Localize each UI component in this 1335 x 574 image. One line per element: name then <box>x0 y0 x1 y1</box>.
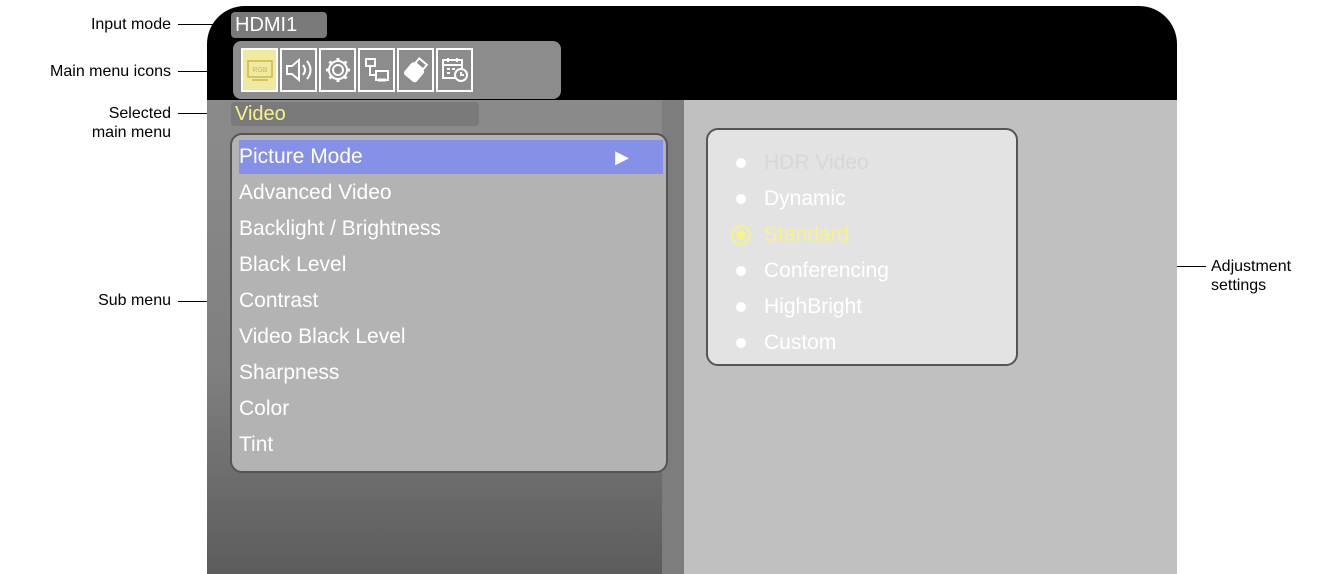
gear-setup-icon[interactable] <box>319 48 356 92</box>
annotation-selected-line1: Selected <box>108 105 171 122</box>
sub-menu-item-label: Picture Mode <box>239 145 363 168</box>
option-bullet-icon <box>736 266 746 276</box>
option-bullet-icon <box>736 302 746 312</box>
option-label: Dynamic <box>764 187 846 210</box>
annotation-input-mode: Input mode <box>90 16 171 33</box>
annotation-adjustment-settings: Adjustment settings <box>1211 257 1331 295</box>
option-custom[interactable]: Custom <box>734 325 1004 361</box>
sub-menu-item-color[interactable]: Color <box>239 392 663 426</box>
sub-menu-item-label: Black Level <box>239 253 347 276</box>
option-label: HDR Video <box>764 151 869 174</box>
option-hdr-video: HDR Video <box>734 145 1004 181</box>
option-label: Conferencing <box>764 259 889 282</box>
annotation-selected-main-menu: Selected main menu <box>40 104 171 142</box>
annotation-adjustment-line1: Adjustment <box>1211 258 1292 275</box>
option-conferencing[interactable]: Conferencing <box>734 253 1004 289</box>
option-dynamic[interactable]: Dynamic <box>734 181 1004 217</box>
sub-menu-item-label: Contrast <box>239 289 319 312</box>
sub-menu-item-label: Tint <box>239 433 274 456</box>
schedule-calendar-icon[interactable] <box>436 48 473 92</box>
adjustment-settings-box: HDR Video Dynamic Standard Conferencing … <box>706 128 1018 366</box>
annotation-sub-menu: Sub menu <box>98 292 171 309</box>
sub-menu-item-black-level[interactable]: Black Level <box>239 248 663 282</box>
sub-menu-item-picture-mode[interactable]: Picture Mode ▶ <box>239 140 663 174</box>
submenu-arrow-icon: ▶ <box>615 147 629 167</box>
sub-menu-item-label: Color <box>239 397 290 420</box>
annotation-adjustment-line2: settings <box>1211 277 1267 294</box>
option-bullet-icon <box>736 158 746 168</box>
option-label: Standard <box>764 223 850 246</box>
sub-menu-item-backlight-brightness[interactable]: Backlight / Brightness <box>239 212 663 246</box>
sub-menu-item-label: Sharpness <box>239 361 340 384</box>
annotation-main-menu-icons: Main menu icons <box>50 63 171 80</box>
annotation-selected-line2: main menu <box>91 124 171 141</box>
sub-menu-list: Picture Mode ▶ Advanced Video Backlight … <box>230 133 668 473</box>
option-highbright[interactable]: HighBright <box>734 289 1004 325</box>
sub-menu-item-label: Video Black Level <box>239 325 406 348</box>
sub-menu-item-label: Backlight / Brightness <box>239 217 441 240</box>
option-standard[interactable]: Standard <box>731 217 1004 253</box>
sub-menu-item-sharpness[interactable]: Sharpness <box>239 356 663 390</box>
main-menu-icon-bar: RGB <box>233 41 561 99</box>
sub-menu-item-video-black-level[interactable]: Video Black Level <box>239 320 663 354</box>
rgb-icon-label: RGB <box>252 67 268 74</box>
radio-selected-icon <box>731 225 751 245</box>
osd-screen: HDMI1 RGB Video Picture Mode ▶ Advanced … <box>207 6 1177 574</box>
sub-menu-item-contrast[interactable]: Contrast <box>239 284 663 318</box>
speaker-audio-icon[interactable] <box>280 48 317 92</box>
option-label: Custom <box>764 331 837 354</box>
sub-menu-item-tint[interactable]: Tint <box>239 428 663 462</box>
sub-menu-item-advanced-video[interactable]: Advanced Video <box>239 176 663 210</box>
option-label: HighBright <box>764 295 863 318</box>
network-icon[interactable] <box>358 48 395 92</box>
option-bullet-icon <box>736 338 746 348</box>
rgb-video-icon[interactable]: RGB <box>241 48 278 92</box>
usb-stick-icon[interactable] <box>397 48 434 92</box>
selected-main-menu-label: Video <box>231 102 479 126</box>
input-mode-label: HDMI1 <box>231 12 327 38</box>
option-bullet-icon <box>736 194 746 204</box>
sub-menu-item-label: Advanced Video <box>239 181 392 204</box>
